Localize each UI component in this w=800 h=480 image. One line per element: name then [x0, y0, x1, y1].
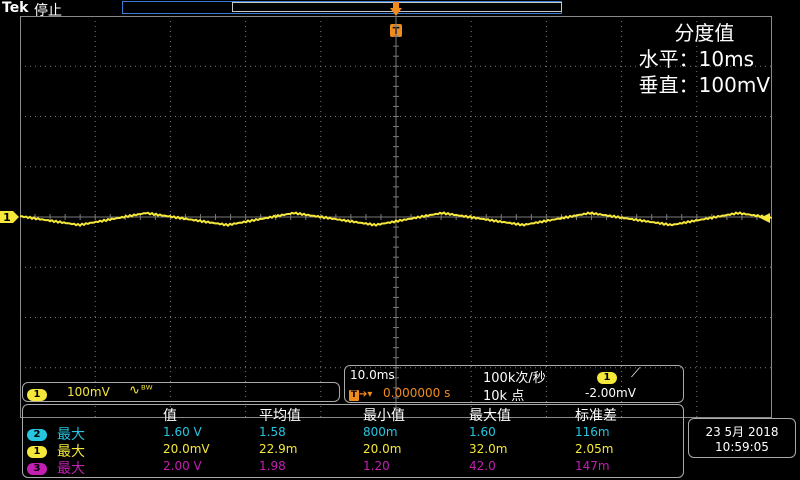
measurement-cell: 800m: [363, 425, 398, 439]
measurement-type: 最大: [57, 461, 85, 477]
horizontal-scale: 水平：10ms: [638, 47, 755, 71]
measurement-cell: 1.98: [259, 459, 286, 473]
trigger-level: -2.00mV: [585, 386, 636, 400]
measurement-cell: 2.05m: [575, 442, 614, 456]
measurement-cell: 1.60 V: [163, 425, 202, 439]
measurement-cell: 116m: [575, 425, 610, 439]
vertical-scale: 垂直：100mV: [638, 73, 770, 97]
measurement-header: 最大值: [469, 408, 511, 424]
measurement-channel-badge: 1: [27, 446, 47, 458]
measurement-cell: 20.0m: [363, 442, 402, 456]
measurement-header: 标准差: [575, 408, 617, 424]
measurement-header: 平均值: [259, 408, 301, 424]
measurement-header: 值: [163, 408, 177, 424]
measurement-cell: 32.0m: [469, 442, 508, 456]
measurement-cell: 1.58: [259, 425, 286, 439]
bandwidth-limit-icon: ᴮᵂ: [141, 383, 153, 396]
record-length: 10k 点: [483, 389, 525, 404]
channel1-scale: 100mV: [67, 385, 110, 399]
date: 23 5月 2018: [705, 425, 779, 439]
coupling-icon: ∿: [129, 383, 140, 398]
scale-readout: 分度值 水平：10ms 垂直：100mV: [639, 20, 770, 98]
trigger-source-badge: 1: [597, 372, 617, 384]
measurement-cell: 2.00 V: [163, 459, 202, 473]
scale-title: 分度值: [674, 21, 735, 45]
measurement-table[interactable]: 值 平均值 最小值 最大值 标准差 2 最大 1.60 V 1.58 800m 1.60 116m 1…: [22, 404, 684, 478]
measurement-cell: 1.60: [469, 425, 496, 439]
timebase-trigger-bar[interactable]: 10.0ms 100k次/秒 1 ⟋ T ➔▾ 0.000000 s 10k 点 …: [344, 365, 684, 404]
brand-logo: Tek: [2, 0, 29, 16]
measurement-cell: 147m: [575, 459, 610, 473]
measurement-channel-badge: 2: [27, 429, 47, 441]
channel1-settings-bar[interactable]: 1 100mV ∿ ᴮᵂ: [22, 382, 340, 402]
measurement-cell: 1.20: [363, 459, 390, 473]
sample-rate: 100k次/秒: [483, 371, 546, 386]
trigger-level-marker[interactable]: [758, 212, 770, 224]
trigger-slope-icon: ⟋: [631, 366, 641, 381]
date-time-display: 23 5月 2018 10:59:05: [688, 418, 796, 458]
trigger-position-icon: T: [349, 390, 359, 401]
trigger-position: 0.000000 s: [383, 386, 451, 400]
trigger-arrow-icon: [390, 2, 402, 16]
channel1-ground-marker[interactable]: 1: [0, 209, 20, 225]
measurement-cell: 22.9m: [259, 442, 298, 456]
svg-text:1: 1: [3, 211, 11, 224]
time: 10:59:05: [715, 440, 769, 454]
timebase-value: 10.0ms: [350, 368, 395, 382]
oscilloscope-screen: Tek 停止 T 分度值 水平：10ms 垂直：100mV 1 1 100mV …: [0, 0, 800, 480]
measurement-cell: 42.0: [469, 459, 496, 473]
measurement-cell: 20.0mV: [163, 442, 210, 456]
trigger-level-arrow-icon: [760, 213, 770, 223]
measurement-header: 最小值: [363, 408, 405, 424]
channel1-badge: 1: [27, 389, 47, 401]
measurement-channel-badge: 3: [27, 463, 47, 475]
